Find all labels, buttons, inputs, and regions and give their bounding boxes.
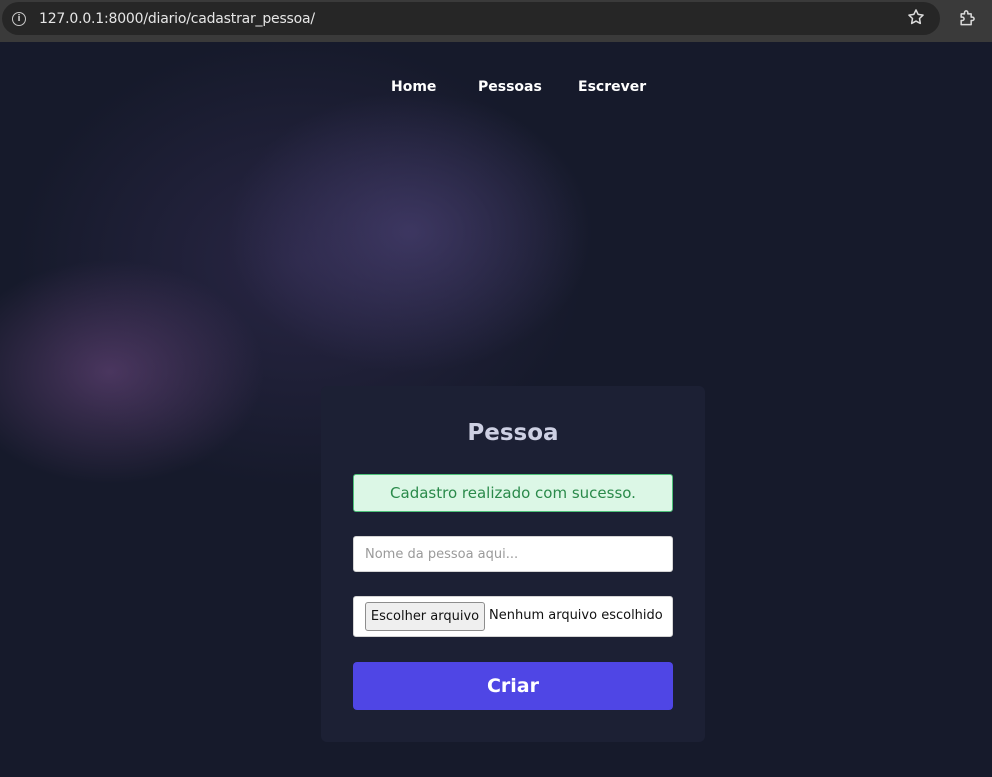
address-bar[interactable]: i 127.0.0.1:8000/diario/cadastrar_pessoa… <box>2 2 940 35</box>
nav-escrever[interactable]: Escrever <box>578 79 646 95</box>
browser-toolbar: i 127.0.0.1:8000/diario/cadastrar_pessoa… <box>0 0 992 42</box>
nav-pessoas[interactable]: Pessoas <box>478 79 542 95</box>
choose-file-button[interactable]: Escolher arquivo <box>365 602 485 631</box>
url-text[interactable]: 127.0.0.1:8000/diario/cadastrar_pessoa/ <box>39 11 315 27</box>
name-input[interactable] <box>353 536 673 572</box>
create-button[interactable]: Criar <box>353 662 673 710</box>
success-alert: Cadastro realizado com sucesso. <box>353 474 673 512</box>
star-icon[interactable] <box>906 7 926 27</box>
info-icon[interactable]: i <box>12 12 26 26</box>
file-status-text: Nenhum arquivo escolhido <box>489 608 663 623</box>
form-title: Pessoa <box>467 420 559 446</box>
nav-home[interactable]: Home <box>391 79 436 95</box>
puzzle-icon[interactable] <box>957 8 977 28</box>
